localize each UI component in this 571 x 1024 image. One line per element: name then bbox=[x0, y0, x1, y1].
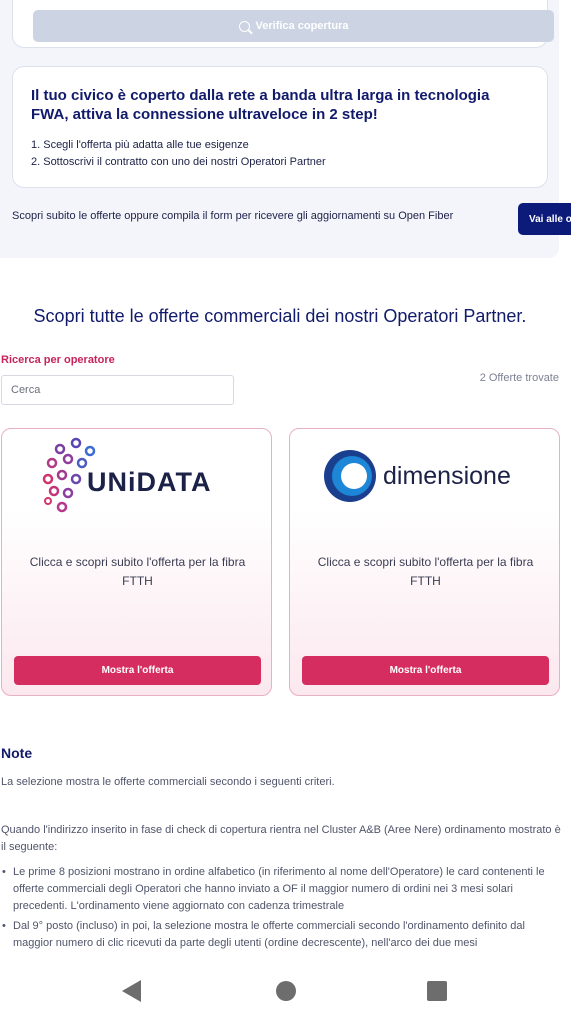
step-1: 1. Scegli l'offerta più adatta alle tue … bbox=[31, 139, 249, 151]
coverage-info-title: Il tuo civico è coperto dalla rete a ban… bbox=[31, 87, 490, 123]
recent-apps-icon[interactable] bbox=[427, 981, 447, 1001]
unidata-logo: UNiDATA bbox=[2, 429, 271, 529]
notes-title: Note bbox=[1, 745, 33, 761]
offer-description: Clicca e scopri subito l'offerta per la … bbox=[29, 555, 246, 588]
coverage-steps: 1. Scegli l'offerta più adatta alle tue … bbox=[31, 137, 326, 171]
notes-intro: La selezione mostra le offerte commercia… bbox=[1, 776, 335, 788]
back-icon[interactable] bbox=[122, 980, 141, 1002]
offer-card-dimensione: dimensione Clicca e scopri subito l'offe… bbox=[289, 428, 560, 696]
search-operator-input[interactable] bbox=[1, 375, 234, 405]
notes-condition: Quando l'indirizzo inserito in fase di c… bbox=[1, 824, 561, 853]
step-2: 2. Sottoscrivi il contratto con uno dei … bbox=[31, 156, 326, 168]
coverage-info-card: Il tuo civico è coperto dalla rete a ban… bbox=[12, 66, 548, 188]
coverage-panel: Verifica copertura Il tuo civico è coper… bbox=[0, 0, 559, 258]
offers-section-title: Scopri tutte le offerte commerciali dei … bbox=[33, 306, 527, 326]
system-nav-bar bbox=[0, 960, 571, 1024]
verify-coverage-label: Verifica copertura bbox=[255, 20, 349, 32]
search-icon bbox=[238, 20, 250, 32]
dimensione-logo: dimensione bbox=[290, 429, 559, 529]
go-to-offers-button[interactable]: Vai alle offerte bbox=[518, 203, 571, 235]
search-operator-label: Ricerca per operatore bbox=[1, 354, 115, 366]
offer-description: Clicca e scopri subito l'offerta per la … bbox=[317, 555, 534, 588]
offers-found-count: 2 Offerte trovate bbox=[479, 372, 559, 384]
dimensione-wordmark: dimensione bbox=[383, 462, 511, 490]
discover-text: Scopri subito le offerte oppure compila … bbox=[12, 210, 454, 222]
list-item: Dal 9° posto (incluso) in poi, la selezi… bbox=[1, 918, 561, 952]
home-icon[interactable] bbox=[276, 981, 296, 1001]
unidata-wordmark: UNiDATA bbox=[87, 467, 212, 497]
show-offer-button-unidata[interactable]: Mostra l'offerta bbox=[14, 656, 261, 685]
ring-icon bbox=[324, 450, 376, 502]
notes-list: Le prime 8 posizioni mostrano in ordine … bbox=[1, 864, 561, 955]
offer-card-unidata: UNiDATA Clicca e scopri subito l'offerta… bbox=[1, 428, 272, 696]
list-item: Le prime 8 posizioni mostrano in ordine … bbox=[1, 864, 561, 915]
show-offer-button-dimensione[interactable]: Mostra l'offerta bbox=[302, 656, 549, 685]
verify-coverage-button[interactable]: Verifica copertura bbox=[33, 10, 554, 42]
verify-box: Verifica copertura bbox=[12, 0, 554, 48]
